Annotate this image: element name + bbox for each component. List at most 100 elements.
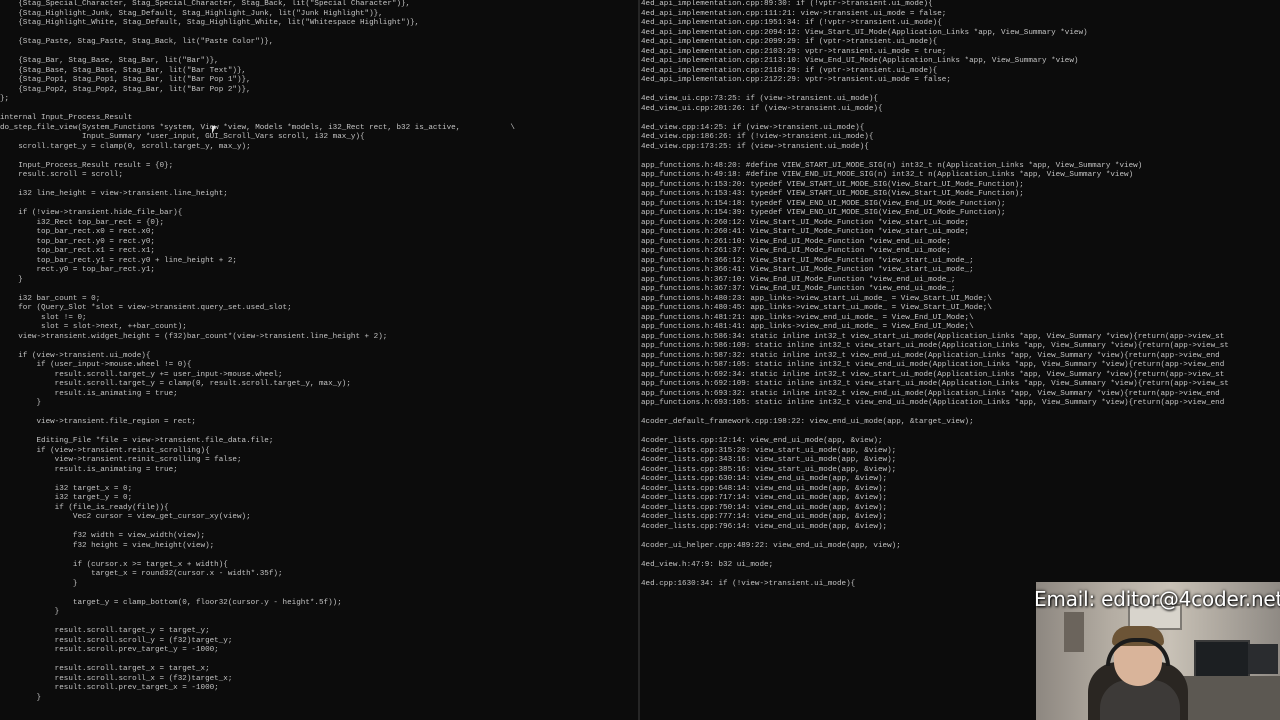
code-line[interactable]: }	[0, 399, 638, 409]
code-line[interactable]	[0, 589, 638, 599]
search-result-line[interactable]: app_functions.h:260:12: View_Start_UI_Mo…	[641, 219, 1280, 229]
search-result-line[interactable]: 4ed_api_implementation.cpp:1951:34: if (…	[641, 19, 1280, 29]
code-line[interactable]: {Stag_Paste, Stag_Paste, Stag_Back, lit(…	[0, 38, 638, 48]
search-result-line[interactable]: app_functions.h:367:37: View_End_UI_Mode…	[641, 285, 1280, 295]
search-result-line[interactable]: 4coder_lists.cpp:12:14: view_end_ui_mode…	[641, 437, 1280, 447]
code-line[interactable]: if (user_input->mouse.wheel != 0){	[0, 361, 638, 371]
code-line[interactable]: result.scroll.target_y += user_input->mo…	[0, 371, 638, 381]
code-line[interactable]: top_bar_rect.y0 = rect.y0;	[0, 238, 638, 248]
code-line[interactable]: }	[0, 694, 638, 704]
search-result-line[interactable]: app_functions.h:366:12: View_Start_UI_Mo…	[641, 257, 1280, 267]
search-result-line[interactable]: app_functions.h:480:23: app_links->view_…	[641, 295, 1280, 305]
code-line[interactable]: result.scroll.target_y = clamp(0, result…	[0, 380, 638, 390]
search-result-line[interactable]: app_functions.h:587:32: static inline in…	[641, 352, 1280, 362]
code-line[interactable]: {Stag_Highlight_Junk, Stag_Default, Stag…	[0, 10, 638, 20]
code-line[interactable]: internal Input_Process_Result	[0, 114, 638, 124]
code-line[interactable]: result.scroll = scroll;	[0, 171, 638, 181]
search-result-line[interactable]: 4ed_view.cpp:173:25: if (view->transient…	[641, 143, 1280, 153]
search-result-line[interactable]	[641, 86, 1280, 96]
search-result-line[interactable]	[641, 532, 1280, 542]
code-line[interactable]: view->transient.file_region = rect;	[0, 418, 638, 428]
search-result-line[interactable]: app_functions.h:481:21: app_links->view_…	[641, 314, 1280, 324]
search-result-line[interactable]: 4coder_lists.cpp:648:14: view_end_ui_mod…	[641, 485, 1280, 495]
code-line[interactable]: view->transient.reinit_scrolling = false…	[0, 456, 638, 466]
code-line[interactable]: if (file_is_ready(file)){	[0, 504, 638, 514]
code-line[interactable]	[0, 29, 638, 39]
code-line[interactable]	[0, 48, 638, 58]
code-line[interactable]: if (view->transient.reinit_scrolling){	[0, 447, 638, 457]
search-result-line[interactable]: app_functions.h:586:34: static inline in…	[641, 333, 1280, 343]
code-line[interactable]: scroll.target_y = clamp(0, scroll.target…	[0, 143, 638, 153]
code-line[interactable]: result.is_animating = true;	[0, 390, 638, 400]
code-line[interactable]: top_bar_rect.x0 = rect.x0;	[0, 228, 638, 238]
search-result-line[interactable]: app_functions.h:481:41: app_links->view_…	[641, 323, 1280, 333]
code-line[interactable]: Editing_File *file = view->transient.fil…	[0, 437, 638, 447]
search-result-line[interactable]: app_functions.h:153:43: typedef VIEW_STA…	[641, 190, 1280, 200]
search-result-line[interactable]: 4coder_lists.cpp:630:14: view_end_ui_mod…	[641, 475, 1280, 485]
code-line[interactable]	[0, 285, 638, 295]
search-result-line[interactable]: 4coder_lists.cpp:717:14: view_end_ui_mod…	[641, 494, 1280, 504]
search-result-line[interactable]: app_functions.h:153:20: typedef VIEW_STA…	[641, 181, 1280, 191]
search-result-line[interactable]: 4coder_lists.cpp:777:14: view_end_ui_mod…	[641, 513, 1280, 523]
code-line[interactable]: f32 width = view_width(view);	[0, 532, 638, 542]
code-line[interactable]: rect.y0 = top_bar_rect.y1;	[0, 266, 638, 276]
search-result-line[interactable]: 4ed_api_implementation.cpp:89:30: if (!v…	[641, 0, 1280, 10]
search-result-line[interactable]: 4ed_view.cpp:14:25: if (view->transient.…	[641, 124, 1280, 134]
search-result-line[interactable]: app_functions.h:480:45: app_links->view_…	[641, 304, 1280, 314]
search-result-line[interactable]: app_functions.h:154:39: typedef VIEW_END…	[641, 209, 1280, 219]
code-line[interactable]: Input_Summary *user_input, GUI_Scroll_Va…	[0, 133, 638, 143]
code-line[interactable]	[0, 656, 638, 666]
code-line[interactable]	[0, 475, 638, 485]
code-line[interactable]: {Stag_Bar, Stag_Base, Stag_Bar, lit("Bar…	[0, 57, 638, 67]
code-line[interactable]	[0, 342, 638, 352]
code-line[interactable]: {Stag_Special_Character, Stag_Special_Ch…	[0, 0, 638, 10]
search-result-line[interactable]: app_functions.h:693:105: static inline i…	[641, 399, 1280, 409]
search-result-line[interactable]: 4ed_view_ui.cpp:73:25: if (view->transie…	[641, 95, 1280, 105]
code-line[interactable]: }	[0, 276, 638, 286]
code-line[interactable]: if (view->transient.ui_mode){	[0, 352, 638, 362]
code-line[interactable]: result.scroll.target_x = target_x;	[0, 665, 638, 675]
code-line[interactable]: top_bar_rect.x1 = rect.x1;	[0, 247, 638, 257]
search-result-line[interactable]: app_functions.h:367:10: View_End_UI_Mode…	[641, 276, 1280, 286]
search-result-line[interactable]: 4coder_lists.cpp:796:14: view_end_ui_mod…	[641, 523, 1280, 533]
search-result-line[interactable]	[641, 428, 1280, 438]
search-result-line[interactable]	[641, 570, 1280, 580]
code-line[interactable]: i32 line_height = view->transient.line_h…	[0, 190, 638, 200]
code-line[interactable]: top_bar_rect.y1 = rect.y0 + line_height …	[0, 257, 638, 267]
search-result-line[interactable]: 4ed_api_implementation.cpp:2122:29: vptr…	[641, 76, 1280, 86]
code-line[interactable]: result.scroll.prev_target_y = -1000;	[0, 646, 638, 656]
search-result-line[interactable]: 4coder_lists.cpp:750:14: view_end_ui_mod…	[641, 504, 1280, 514]
code-line[interactable]	[0, 105, 638, 115]
search-result-line[interactable]: app_functions.h:366:41: View_Start_UI_Mo…	[641, 266, 1280, 276]
search-result-line[interactable]: 4ed_api_implementation.cpp:2113:10: View…	[641, 57, 1280, 67]
search-result-line[interactable]: 4ed_view.cpp:186:26: if (!view->transien…	[641, 133, 1280, 143]
code-line[interactable]: slot != 0;	[0, 314, 638, 324]
code-line[interactable]: if (!view->transient.hide_file_bar){	[0, 209, 638, 219]
left-code-text[interactable]: {Stag_Special_Character, Stag_Special_Ch…	[0, 0, 638, 703]
search-result-line[interactable]: app_functions.h:261:10: View_End_UI_Mode…	[641, 238, 1280, 248]
code-line[interactable]	[0, 551, 638, 561]
code-line[interactable]: i32 bar_count = 0;	[0, 295, 638, 305]
code-line[interactable]: {Stag_Base, Stag_Base, Stag_Bar, lit("Ba…	[0, 67, 638, 77]
search-result-line[interactable]: 4coder_lists.cpp:315:20: view_start_ui_m…	[641, 447, 1280, 457]
code-line[interactable]	[0, 523, 638, 533]
code-line[interactable]: do_step_file_view(System_Functions *syst…	[0, 124, 638, 134]
code-line[interactable]	[0, 181, 638, 191]
code-line[interactable]	[0, 618, 638, 628]
search-result-line[interactable]: 4ed_view.h:47:9: b32 ui_mode;	[641, 561, 1280, 571]
search-result-line[interactable]: app_functions.h:692:34: static inline in…	[641, 371, 1280, 381]
left-code-panel[interactable]: {Stag_Special_Character, Stag_Special_Ch…	[0, 0, 638, 720]
search-result-line[interactable]: 4ed_api_implementation.cpp:111:21: view-…	[641, 10, 1280, 20]
search-result-line[interactable]: 4ed_api_implementation.cpp:2099:29: if (…	[641, 38, 1280, 48]
code-line[interactable]	[0, 200, 638, 210]
right-search-results-text[interactable]: 4ed_api_implementation.cpp:89:30: if (!v…	[640, 0, 1280, 589]
code-line[interactable]	[0, 428, 638, 438]
code-line[interactable]: result.scroll.scroll_x = (f32)target_x;	[0, 675, 638, 685]
code-line[interactable]	[0, 152, 638, 162]
code-line[interactable]: result.is_animating = true;	[0, 466, 638, 476]
search-result-line[interactable]: 4ed_view_ui.cpp:201:26: if (view->transi…	[641, 105, 1280, 115]
search-result-line[interactable]: app_functions.h:586:109: static inline i…	[641, 342, 1280, 352]
code-line[interactable]: {Stag_Pop2, Stag_Pop2, Stag_Bar, lit("Ba…	[0, 86, 638, 96]
code-line[interactable]: i32_Rect top_bar_rect = {0};	[0, 219, 638, 229]
code-line[interactable]: if (cursor.x >= target_x + width){	[0, 561, 638, 571]
